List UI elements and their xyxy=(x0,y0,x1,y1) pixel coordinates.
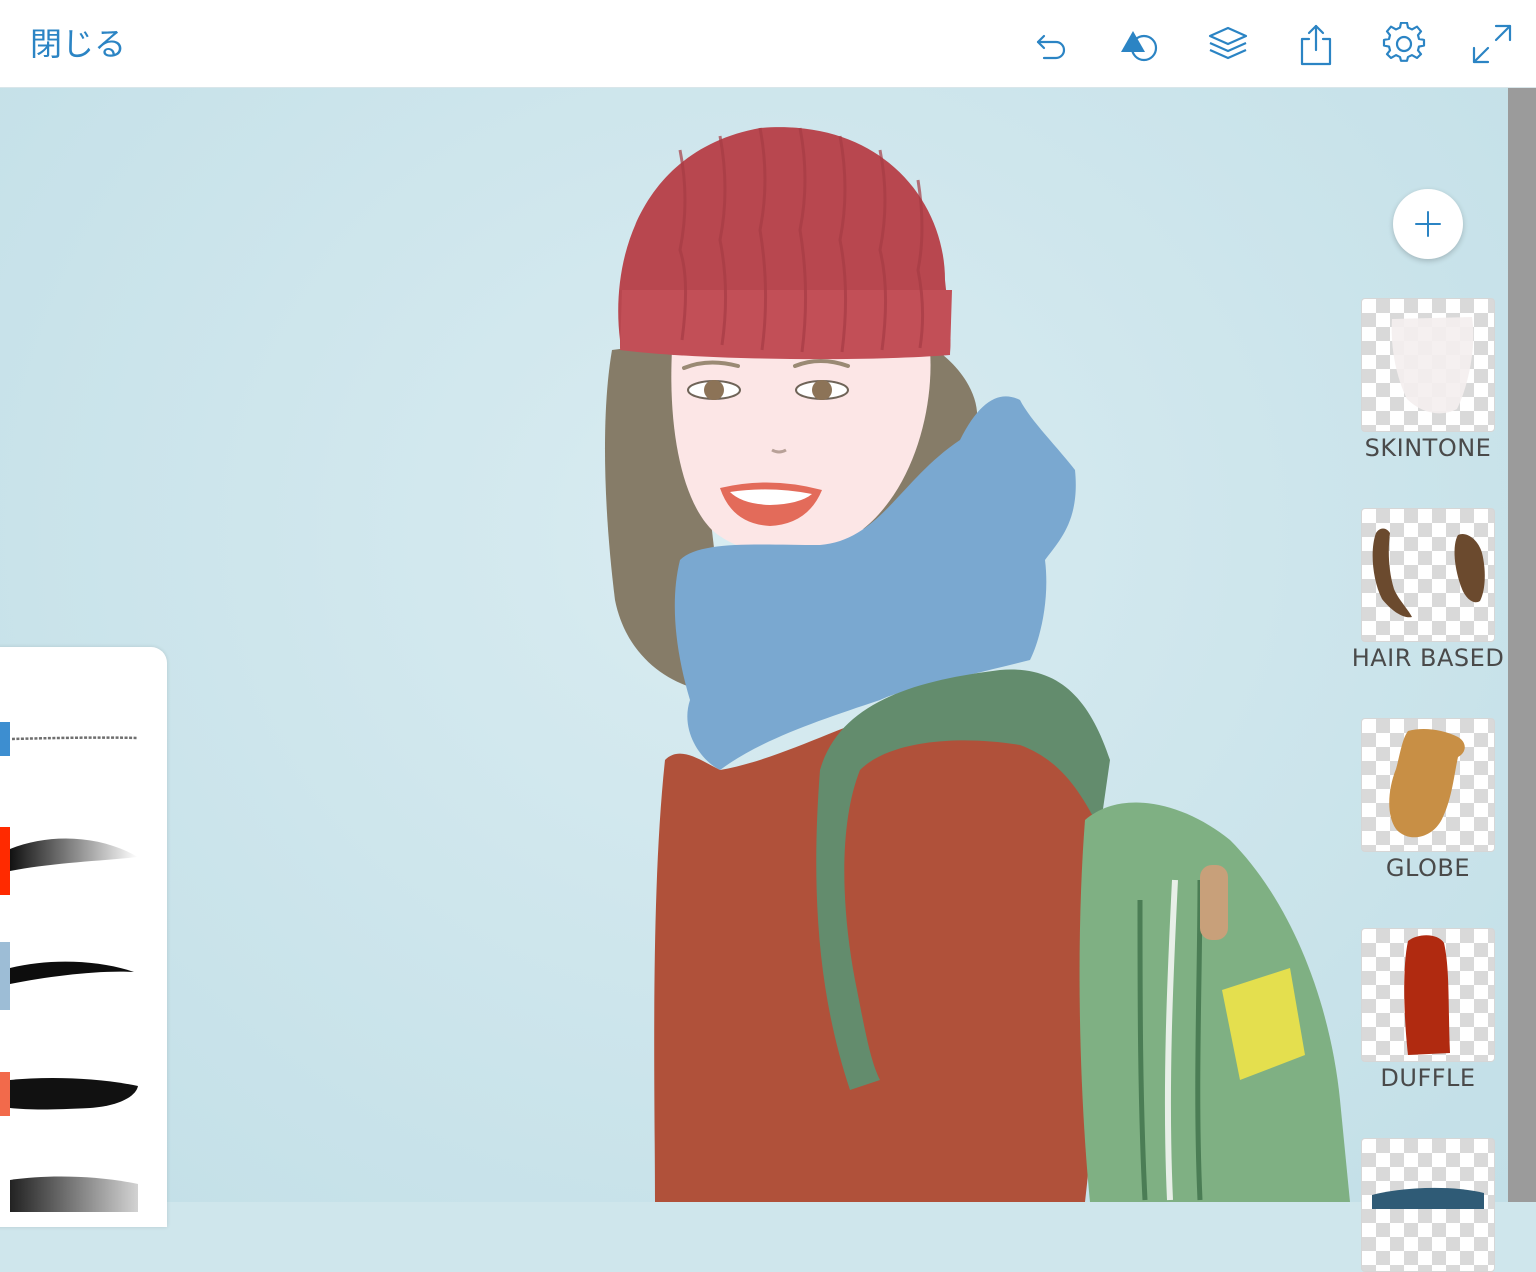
brush-item[interactable] xyxy=(0,942,158,1012)
share-icon xyxy=(1300,24,1332,66)
close-button[interactable]: 閉じる xyxy=(30,22,126,66)
layers-icon xyxy=(1208,26,1248,60)
brush-color-swatch xyxy=(0,1072,10,1116)
brush-panel xyxy=(0,647,167,1227)
charcoal-brush-stroke xyxy=(10,1176,138,1212)
layer-thumbnail-art xyxy=(1404,935,1450,1055)
watercolor-brush-stroke xyxy=(10,838,138,871)
brush-item[interactable] xyxy=(0,1172,158,1242)
layer-thumbnail[interactable] xyxy=(1361,508,1495,642)
share-button[interactable] xyxy=(1292,20,1340,68)
layer-thumbnail-art xyxy=(1389,729,1465,838)
fullscreen-icon xyxy=(1472,24,1512,64)
layer-thumbnail-art xyxy=(1372,1187,1484,1209)
brush-item[interactable] xyxy=(0,827,158,897)
canvas-scrollbar[interactable] xyxy=(1508,88,1536,1202)
layer-name: DUFFLE xyxy=(1380,1064,1476,1092)
layer-thumbnail[interactable] xyxy=(1361,718,1495,852)
dry-brush-stroke xyxy=(10,1078,138,1110)
layer-thumbnail[interactable] xyxy=(1361,298,1495,432)
brush-item[interactable] xyxy=(0,1072,158,1142)
brush-color-swatch xyxy=(0,827,10,895)
top-toolbar: 閉じる xyxy=(0,0,1536,88)
drawing-canvas[interactable] xyxy=(0,88,1508,1202)
shapes-button[interactable] xyxy=(1116,20,1164,68)
undo-button[interactable] xyxy=(1028,20,1076,68)
brush-color-swatch xyxy=(0,722,10,756)
layer-thumbnail-art xyxy=(1391,317,1474,414)
plus-icon xyxy=(1415,211,1441,237)
artwork-illustration xyxy=(604,127,1350,1202)
settings-gear-icon xyxy=(1382,22,1426,62)
layer-thumbnail-art xyxy=(1372,528,1485,618)
fullscreen-button[interactable] xyxy=(1468,20,1516,68)
layer-name: SKINTONE xyxy=(1364,434,1492,462)
brush-item[interactable] xyxy=(0,704,158,774)
layer-name: GLOBE xyxy=(1385,854,1471,882)
shapes-icon xyxy=(1121,31,1158,62)
add-layer-button[interactable] xyxy=(1393,189,1463,259)
settings-button[interactable] xyxy=(1380,20,1428,68)
layer-thumbnail[interactable] xyxy=(1361,928,1495,1062)
layers-button[interactable] xyxy=(1204,20,1252,68)
brush-color-swatch xyxy=(0,942,10,1010)
layer-thumbnail[interactable] xyxy=(1361,1138,1495,1272)
undo-icon xyxy=(1036,34,1066,60)
ink-brush-stroke xyxy=(10,961,134,984)
layer-name: HAIR BASED xyxy=(1351,644,1505,672)
pencil-brush-stroke xyxy=(11,736,139,741)
